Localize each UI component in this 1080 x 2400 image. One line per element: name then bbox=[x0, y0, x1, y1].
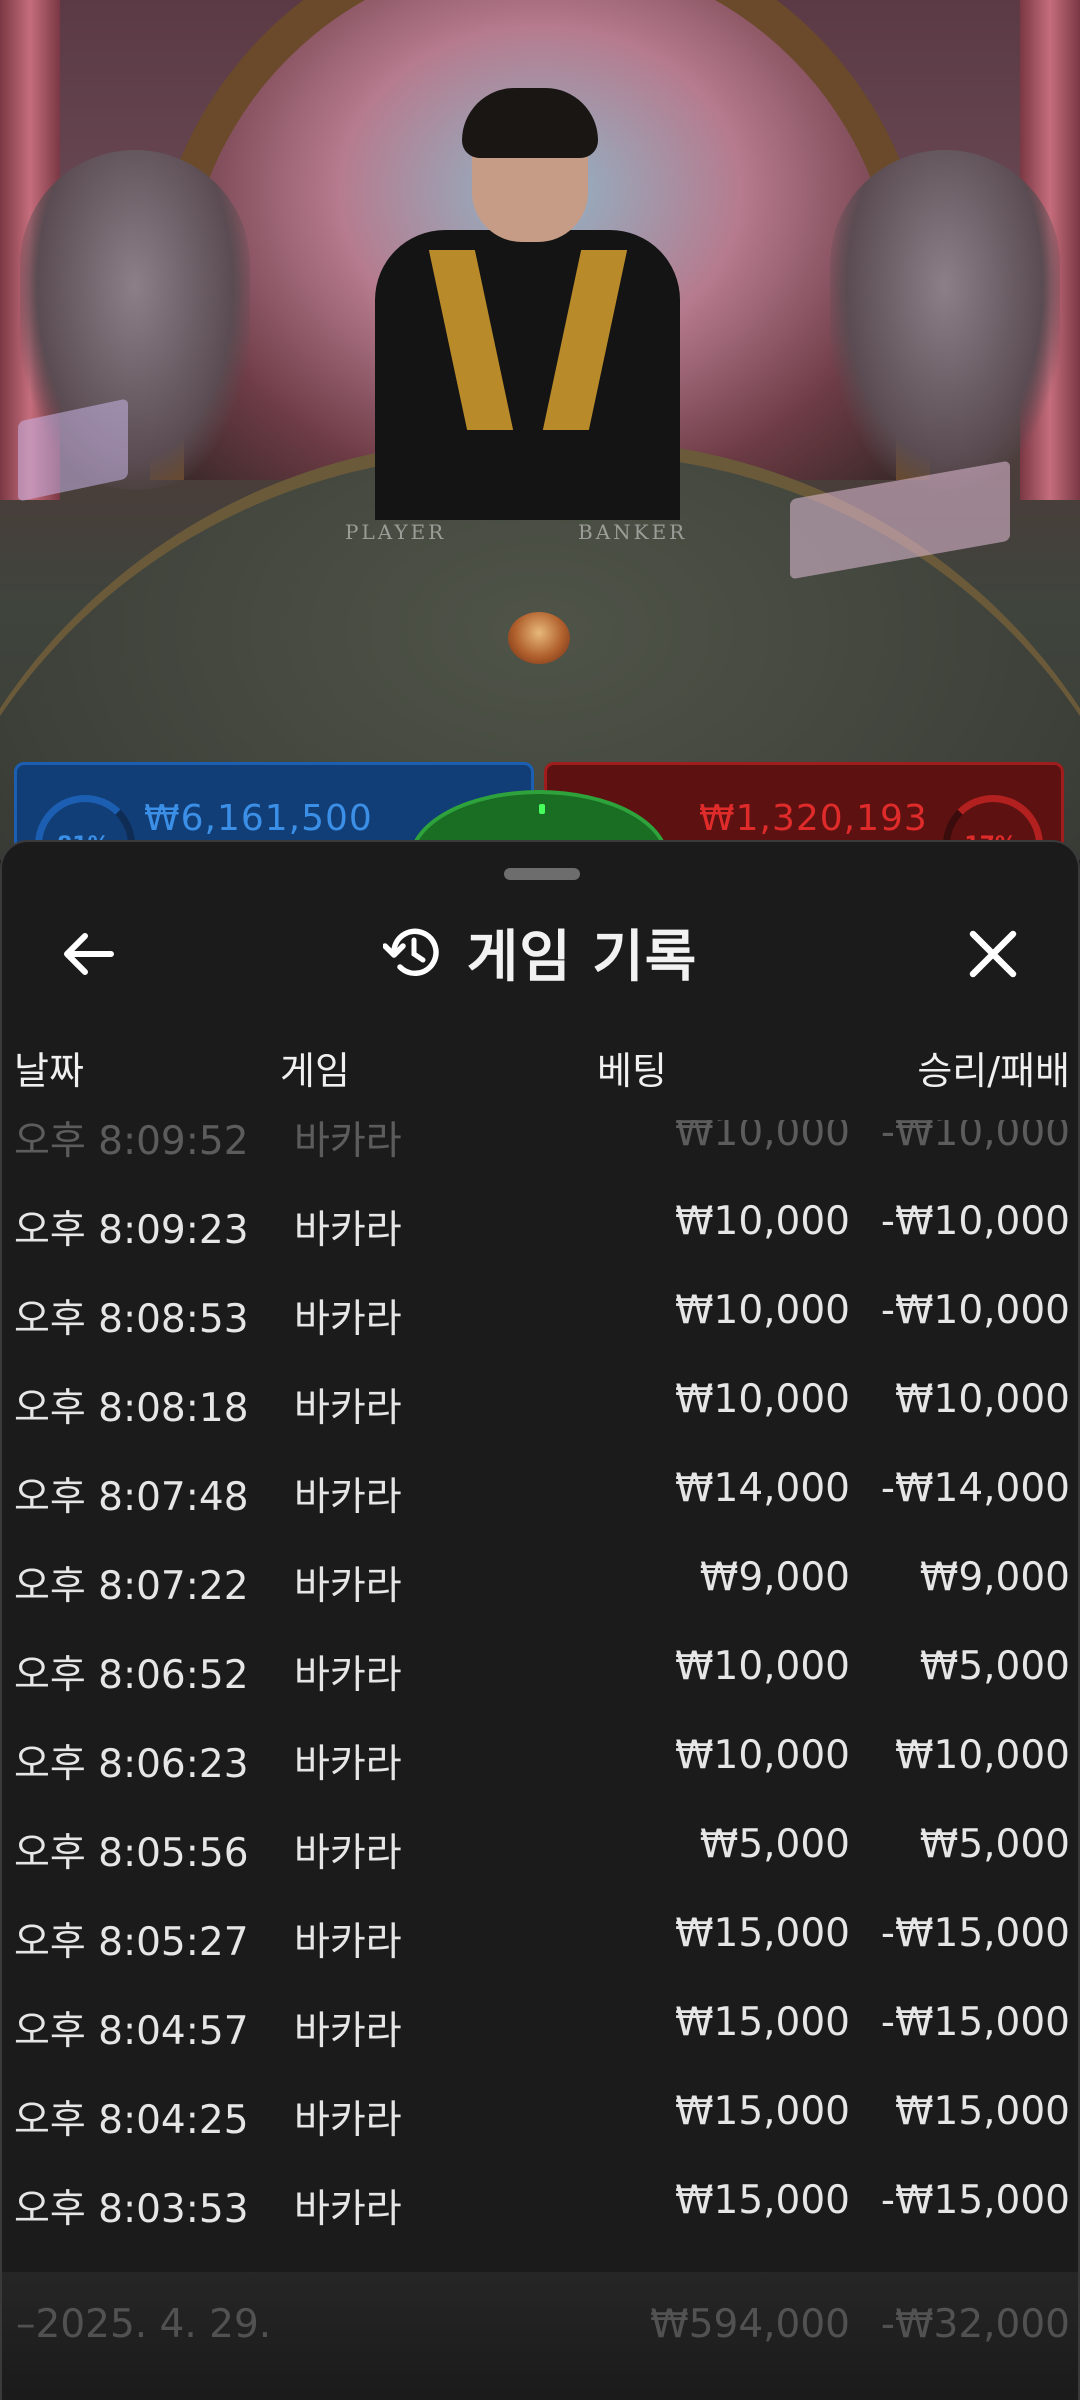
row-time: 오후 8:07:22 bbox=[14, 1564, 249, 1609]
row-time: 오후 8:04:25 bbox=[14, 2098, 249, 2143]
table-row[interactable]: 오후 8:09:23 바카라 ₩10,000 -₩10,000 bbox=[2, 1179, 1078, 1268]
row-game: 바카라 bbox=[294, 1742, 402, 1787]
history-table-header: 날짜 게임 베팅 승리/패배 bbox=[2, 1040, 1078, 1110]
row-result: -₩10,000 bbox=[880, 1199, 1070, 1244]
table-row[interactable]: 오후 8:06:52 바카라 ₩10,000 ₩5,000 bbox=[2, 1624, 1078, 1713]
history-table-body[interactable]: 오후 8:09:52 바카라 ₩10,000 -₩10,000 오후 8:09:… bbox=[2, 1120, 1078, 2120]
row-result: ₩5,000 bbox=[919, 1822, 1070, 1867]
table-row[interactable]: 오후 8:08:53 바카라 ₩10,000 -₩10,000 bbox=[2, 1268, 1078, 1357]
row-game: 바카라 bbox=[294, 2187, 402, 2232]
row-result: ₩10,000 bbox=[894, 1733, 1070, 1778]
row-game: 바카라 bbox=[294, 1475, 402, 1520]
row-time: 오후 8:09:23 bbox=[14, 1208, 249, 1253]
row-bet: ₩15,000 bbox=[674, 1911, 850, 1956]
row-bet: ₩10,000 bbox=[674, 1288, 850, 1333]
row-time: 오후 8:07:48 bbox=[14, 1475, 249, 1520]
sheet-header: 게임 기록 bbox=[2, 902, 1078, 1002]
table-label-banker: BANKER bbox=[578, 520, 688, 544]
summary-bet-total: ₩594,000 bbox=[650, 2302, 850, 2347]
tie-indicator bbox=[539, 804, 545, 814]
row-time: 오후 8:06:52 bbox=[14, 1653, 249, 1698]
table-row[interactable]: 오후 8:05:27 바카라 ₩15,000 -₩15,000 bbox=[2, 1891, 1078, 1980]
row-bet: ₩9,000 bbox=[699, 1555, 850, 1600]
row-time: 오후 8:08:53 bbox=[14, 1297, 249, 1342]
row-time: 오후 8:04:57 bbox=[14, 2009, 249, 2054]
table-row[interactable]: 오후 8:04:25 바카라 ₩15,000 ₩15,000 bbox=[2, 2069, 1078, 2158]
row-game: 바카라 bbox=[294, 2098, 402, 2143]
row-bet: ₩10,000 bbox=[674, 1377, 850, 1422]
row-time: 오후 8:03:53 bbox=[14, 2187, 249, 2232]
row-game: 바카라 bbox=[294, 1564, 402, 1609]
close-button[interactable] bbox=[952, 914, 1034, 994]
table-row[interactable]: 오후 8:06:23 바카라 ₩10,000 ₩10,000 bbox=[2, 1713, 1078, 1802]
dealer bbox=[375, 230, 680, 520]
column-header-bet: 베팅 bbox=[597, 1049, 667, 1093]
row-game: 바카라 bbox=[294, 1386, 402, 1431]
summary-result-total: -₩32,000 bbox=[880, 2302, 1070, 2347]
table-label-player: PLAYER bbox=[345, 520, 447, 544]
close-icon bbox=[969, 930, 1017, 978]
row-result: -₩14,000 bbox=[880, 1466, 1070, 1511]
table-row[interactable]: 오후 8:04:57 바카라 ₩15,000 -₩15,000 bbox=[2, 1980, 1078, 2069]
table-row[interactable]: 오후 8:07:48 바카라 ₩14,000 -₩14,000 bbox=[2, 1446, 1078, 1535]
dragon-statue bbox=[830, 150, 1060, 490]
table-row[interactable]: 오후 8:03:53 바카라 ₩15,000 -₩15,000 bbox=[2, 2158, 1078, 2247]
row-result: ₩9,000 bbox=[919, 1555, 1070, 1600]
row-bet: ₩10,000 bbox=[674, 1733, 850, 1778]
summary-date: –2025. 4. 29. bbox=[16, 2302, 272, 2347]
history-table-body-continued[interactable]: 오후 8:04:25 바카라 ₩15,000 ₩15,000 오후 8:03:5… bbox=[2, 2069, 1078, 2269]
row-game: 바카라 bbox=[294, 1920, 402, 1965]
table-row[interactable]: 오후 8:09:52 바카라 ₩10,000 -₩10,000 bbox=[2, 1120, 1078, 1179]
row-time: 오후 8:08:18 bbox=[14, 1386, 249, 1431]
row-bet: ₩5,000 bbox=[699, 1822, 850, 1867]
row-result: -₩15,000 bbox=[880, 2178, 1070, 2223]
column-header-result: 승리/패배 bbox=[917, 1049, 1070, 1093]
row-time: 오후 8:09:52 bbox=[14, 1120, 249, 1164]
row-bet: ₩10,000 bbox=[674, 1120, 850, 1155]
row-game: 바카라 bbox=[294, 1208, 402, 1253]
player-bet-total: ₩6,161,500 bbox=[144, 798, 373, 839]
live-video-feed: PLAYER BANKER bbox=[0, 0, 1080, 860]
sheet-drag-handle[interactable] bbox=[504, 868, 580, 880]
dealer-hair bbox=[462, 88, 598, 158]
row-bet: ₩10,000 bbox=[674, 1199, 850, 1244]
row-result: ₩15,000 bbox=[894, 2089, 1070, 2134]
row-time: 오후 8:06:23 bbox=[14, 1742, 249, 1787]
daily-summary-row[interactable]: –2025. 4. 29. ₩594,000 -₩32,000 bbox=[2, 2272, 1078, 2392]
row-bet: ₩15,000 bbox=[674, 2000, 850, 2045]
arrow-left-icon bbox=[64, 933, 114, 975]
row-bet: ₩15,000 bbox=[674, 2178, 850, 2223]
row-bet: ₩14,000 bbox=[674, 1466, 850, 1511]
row-game: 바카라 bbox=[294, 1297, 402, 1342]
row-game: 바카라 bbox=[294, 1120, 402, 1164]
row-game: 바카라 bbox=[294, 2009, 402, 2054]
table-row[interactable]: 오후 8:07:22 바카라 ₩9,000 ₩9,000 bbox=[2, 1535, 1078, 1624]
dealer-chip-marker bbox=[508, 612, 570, 664]
row-game: 바카라 bbox=[294, 1653, 402, 1698]
row-time: 오후 8:05:56 bbox=[14, 1831, 249, 1876]
row-bet: ₩10,000 bbox=[674, 1644, 850, 1689]
row-bet: ₩15,000 bbox=[674, 2089, 850, 2134]
sheet-title: 게임 기록 bbox=[466, 924, 698, 990]
row-game: 바카라 bbox=[294, 1831, 402, 1876]
table-row[interactable]: 오후 8:08:18 바카라 ₩10,000 ₩10,000 bbox=[2, 1357, 1078, 1446]
row-result: -₩10,000 bbox=[880, 1120, 1070, 1155]
back-button[interactable] bbox=[48, 918, 130, 990]
history-icon bbox=[382, 928, 439, 976]
row-result: ₩10,000 bbox=[894, 1377, 1070, 1422]
row-result: ₩5,000 bbox=[919, 1644, 1070, 1689]
column-header-date: 날짜 bbox=[14, 1049, 84, 1093]
banker-bet-total: ₩1,320,193 bbox=[699, 798, 928, 839]
row-result: -₩15,000 bbox=[880, 1911, 1070, 1956]
row-result: -₩15,000 bbox=[880, 2000, 1070, 2045]
game-history-sheet: 게임 기록 날짜 게임 베팅 승리/패배 오후 8:09:52 바카라 ₩10,… bbox=[0, 840, 1080, 2400]
row-time: 오후 8:05:27 bbox=[14, 1920, 249, 1965]
column-header-game: 게임 bbox=[280, 1049, 350, 1093]
row-result: -₩10,000 bbox=[880, 1288, 1070, 1333]
table-row[interactable]: 오후 8:05:56 바카라 ₩5,000 ₩5,000 bbox=[2, 1802, 1078, 1891]
